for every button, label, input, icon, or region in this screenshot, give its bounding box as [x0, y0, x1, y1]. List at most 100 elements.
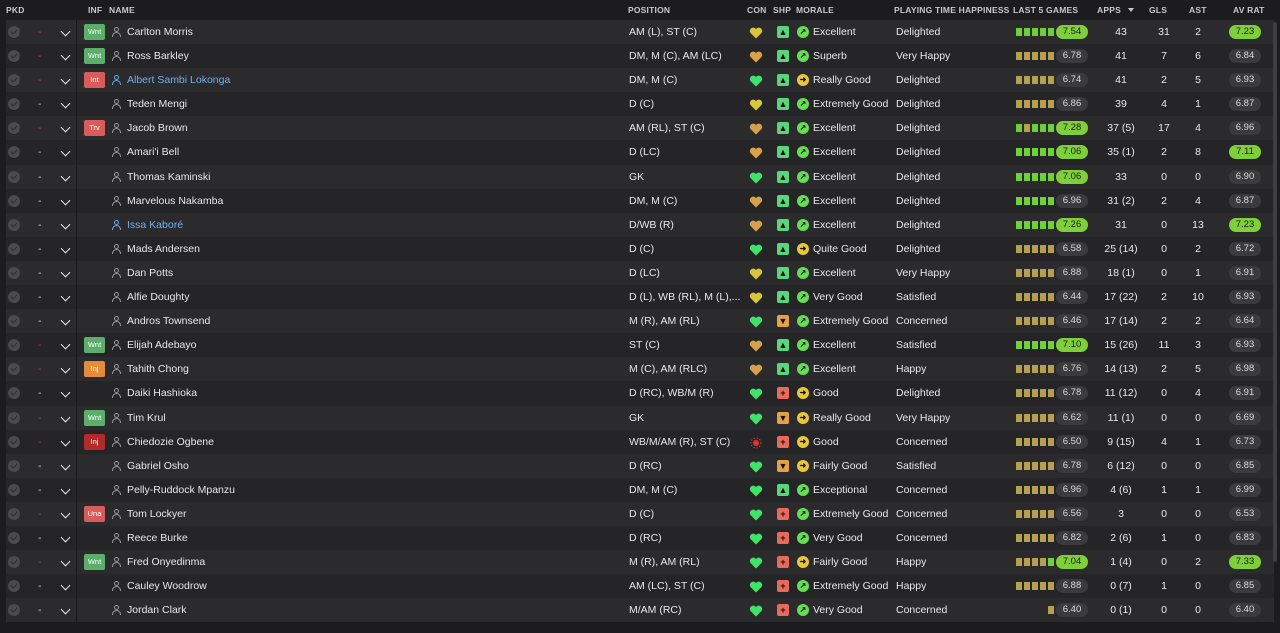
picked-checkbox[interactable] [8, 98, 20, 111]
table-row[interactable]: - Trv Jacob Brown AM (RL), ST (C) ▲ ↗ Excellen… [6, 116, 1274, 141]
info-badge[interactable]: Wnt [84, 24, 105, 40]
picked-checkbox[interactable] [8, 218, 20, 231]
player-name[interactable]: Ross Barkley [127, 44, 189, 68]
selection-dash[interactable]: - [38, 309, 42, 333]
table-row[interactable]: - Int Albert Sambi Lokonga DM, M (C) ▲ ➜ Reall… [6, 68, 1274, 93]
player-name[interactable]: Chiedozie Ogbene [127, 430, 214, 454]
picked-checkbox[interactable] [8, 50, 20, 63]
selection-dash[interactable]: - [38, 502, 42, 526]
selection-dash[interactable]: - [38, 381, 42, 405]
player-name[interactable]: Tim Krul [127, 406, 166, 430]
info-badge[interactable]: Wnt [84, 409, 105, 426]
selection-dash[interactable]: - [38, 526, 42, 550]
table-row[interactable]: - Dan Potts D (LC) ▲ ↗ Excellent Very Happy 6.8… [6, 260, 1274, 286]
selection-dash[interactable]: - [38, 357, 42, 381]
chevron-down-icon[interactable] [60, 484, 71, 495]
selection-dash[interactable]: - [38, 550, 42, 574]
col-inf[interactable]: INF [88, 5, 102, 15]
table-row[interactable]: - Inj Chiedozie Ogbene WB/M/AM (R), ST (C) +… [6, 429, 1274, 454]
player-name[interactable]: Tom Lockyer [127, 502, 187, 526]
table-row[interactable]: - Daiki Hashioka D (RC), WB/M (R) + ➜ Good Del… [6, 381, 1274, 406]
player-name[interactable]: Elijah Adebayo [127, 333, 196, 357]
table-row[interactable]: - Pelly-Ruddock Mpanzu DM, M (C) ▲ ↗ Exceptio… [6, 477, 1274, 502]
chevron-down-icon[interactable] [60, 26, 71, 37]
chevron-down-icon[interactable] [60, 556, 71, 567]
chevron-down-icon[interactable] [60, 98, 71, 109]
table-row[interactable]: - Jordan Clark M/AM (RC) + ↗ Very Good Concern… [6, 598, 1274, 623]
col-gls[interactable]: GLS [1149, 5, 1167, 15]
chevron-down-icon[interactable] [60, 532, 71, 543]
selection-dash[interactable]: - [38, 68, 42, 92]
player-name[interactable]: Marvelous Nakamba [127, 189, 223, 213]
player-name[interactable]: Andros Townsend [127, 309, 210, 333]
picked-checkbox[interactable] [8, 315, 20, 328]
picked-checkbox[interactable] [8, 435, 20, 448]
info-badge[interactable]: Wnt [84, 554, 105, 571]
player-name[interactable]: Daiki Hashioka [127, 381, 197, 405]
chevron-down-icon[interactable] [60, 339, 71, 350]
selection-dash[interactable]: - [38, 478, 42, 502]
info-badge[interactable]: Wnt [84, 337, 105, 354]
table-row[interactable]: - Wnt Carlton Morris AM (L), ST (C) ▲ ↗ Excell… [6, 20, 1274, 45]
col-morale[interactable]: MORALE [796, 5, 834, 15]
table-row[interactable]: - Alfie Doughty D (L), WB (RL), M (L),... ▲… [6, 285, 1274, 310]
picked-checkbox[interactable] [8, 74, 20, 87]
picked-checkbox[interactable] [8, 604, 20, 617]
chevron-down-icon[interactable] [60, 436, 71, 447]
table-row[interactable]: - Amari'i Bell D (LC) ▲ ↗ Excellent Delighted 7… [6, 140, 1274, 165]
picked-checkbox[interactable] [8, 266, 20, 279]
selection-dash[interactable]: - [38, 237, 42, 261]
picked-checkbox[interactable] [8, 291, 20, 304]
chevron-down-icon[interactable] [60, 387, 71, 398]
chevron-down-icon[interactable] [60, 460, 71, 471]
player-name[interactable]: Reece Burke [127, 526, 188, 550]
info-badge[interactable]: Int [84, 72, 105, 89]
table-row[interactable]: - Wnt Elijah Adebayo ST (C) ▲ ↗ Excellent Satis… [6, 333, 1274, 358]
info-badge[interactable]: Inj [84, 361, 105, 378]
player-name[interactable]: Fred Onyedinma [127, 550, 205, 574]
table-row[interactable]: - Wnt Fred Onyedinma M (R), AM (RL) + ➜ Fairly… [6, 550, 1274, 575]
table-row[interactable]: - Marvelous Nakamba DM, M (C) ▲ ↗ Excellent De… [6, 188, 1274, 213]
info-badge[interactable]: Inj [84, 433, 105, 450]
info-badge[interactable]: Trv [84, 120, 105, 137]
chevron-down-icon[interactable] [60, 580, 71, 591]
table-row[interactable]: - Cauley Woodrow AM (LC), ST (C) + ↗ Extremel… [6, 574, 1274, 599]
col-name[interactable]: NAME [109, 5, 135, 15]
selection-dash[interactable]: - [38, 261, 42, 285]
chevron-down-icon[interactable] [60, 291, 71, 302]
col-position[interactable]: POSITION [628, 5, 670, 15]
table-row[interactable]: - Wnt Ross Barkley DM, M (C), AM (LC) ▲ ↗ Supe… [6, 44, 1274, 69]
selection-dash[interactable]: - [38, 213, 42, 237]
chevron-down-icon[interactable] [60, 195, 71, 206]
selection-dash[interactable]: - [38, 406, 42, 430]
player-name[interactable]: Mads Andersen [127, 237, 200, 261]
chevron-down-icon[interactable] [60, 604, 71, 615]
sort-desc-icon[interactable] [1128, 8, 1134, 12]
chevron-down-icon[interactable] [60, 74, 71, 85]
table-row[interactable]: - Teden Mengi D (C) ▲ ↗ Extremely Good Delight… [6, 92, 1274, 117]
player-name[interactable]: Albert Sambi Lokonga [127, 68, 230, 92]
picked-checkbox[interactable] [8, 146, 20, 159]
chevron-down-icon[interactable] [60, 171, 71, 182]
selection-dash[interactable]: - [38, 140, 42, 164]
chevron-down-icon[interactable] [60, 363, 71, 374]
col-ast[interactable]: AST [1189, 5, 1207, 15]
chevron-down-icon[interactable] [60, 147, 71, 157]
table-row[interactable]: - Wnt Tim Krul GK ▼ ➜ Really Good Very Happy 6.6… [6, 405, 1274, 430]
player-name[interactable]: Cauley Woodrow [127, 574, 207, 598]
chevron-down-icon[interactable] [60, 412, 71, 422]
picked-checkbox[interactable] [8, 556, 20, 569]
selection-dash[interactable]: - [38, 165, 42, 189]
selection-dash[interactable]: - [38, 333, 42, 357]
player-name[interactable]: Jordan Clark [127, 598, 187, 622]
chevron-down-icon[interactable] [60, 315, 71, 326]
col-apps[interactable]: APPS [1097, 5, 1121, 15]
player-name[interactable]: Teden Mengi [127, 92, 187, 116]
player-name[interactable]: Alfie Doughty [127, 285, 189, 309]
selection-dash[interactable]: - [38, 20, 42, 44]
selection-dash[interactable]: - [38, 285, 42, 309]
col-last5[interactable]: LAST 5 GAMES [1013, 5, 1078, 15]
selection-dash[interactable]: - [38, 189, 42, 213]
table-row[interactable]: - Mads Andersen D (C) ▲ ➜ Quite Good Delighted… [6, 236, 1274, 261]
col-con[interactable]: CON [747, 5, 767, 15]
